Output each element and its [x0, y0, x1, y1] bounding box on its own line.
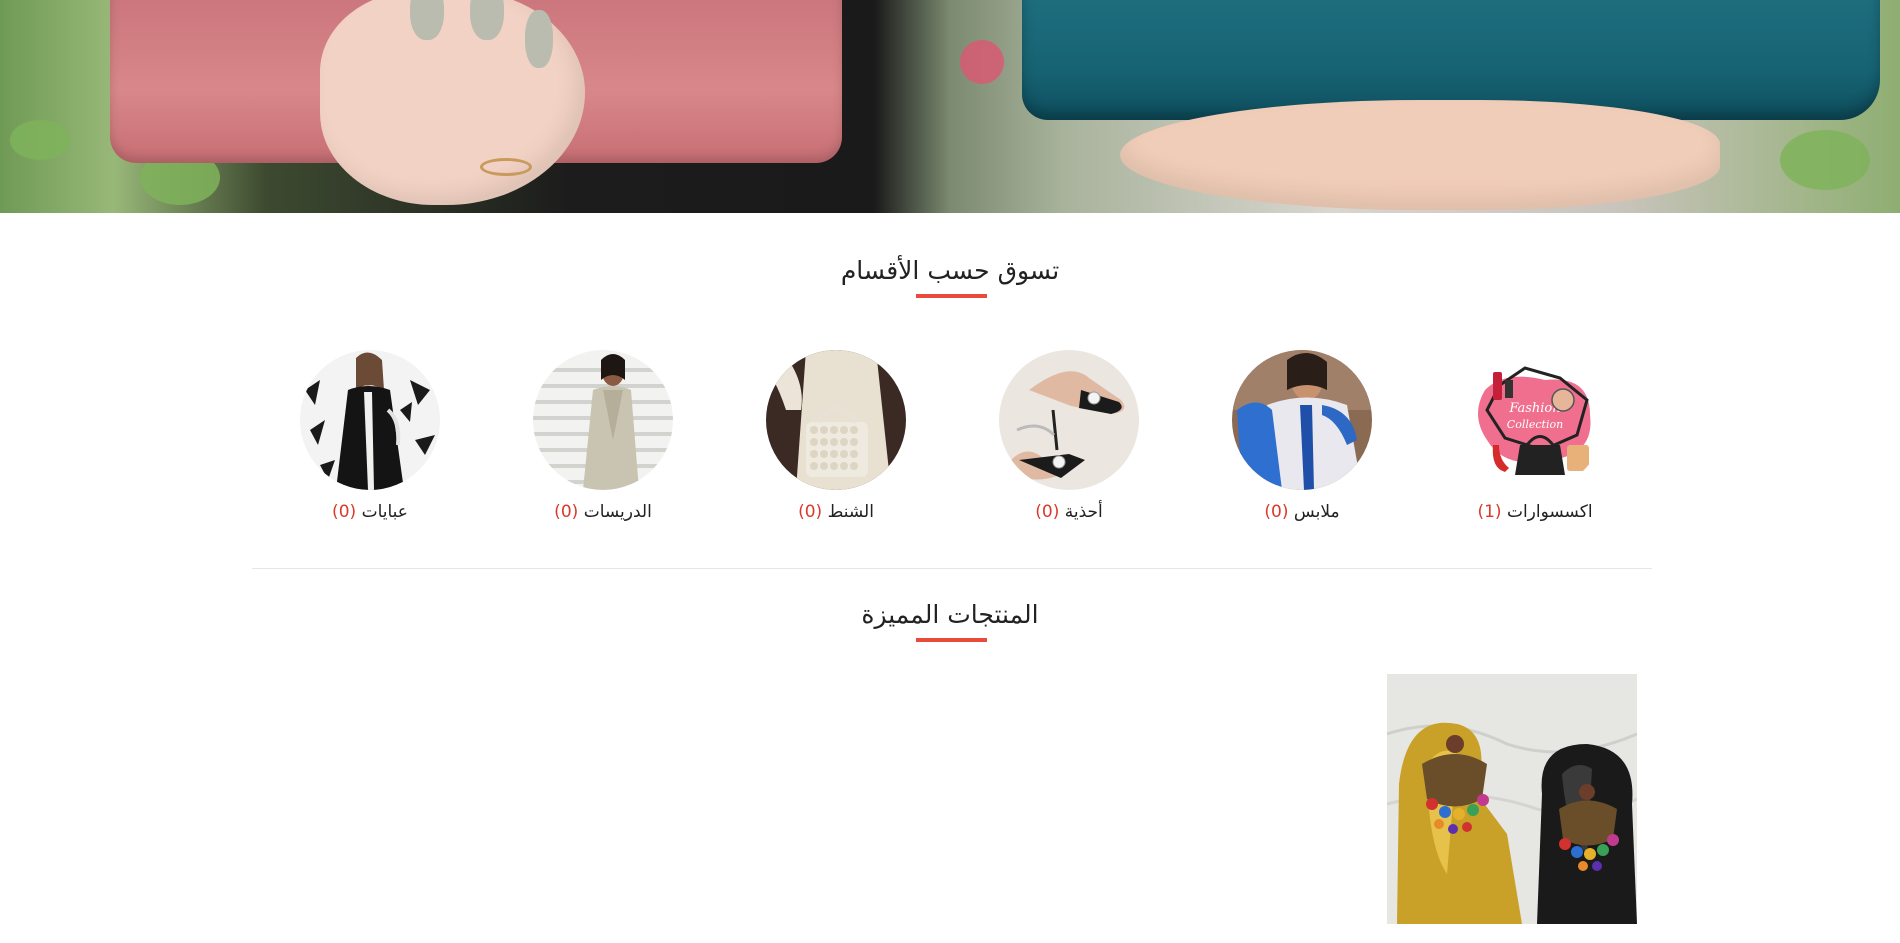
product-card-image[interactable] [1387, 674, 1637, 924]
hero-banner[interactable] [0, 0, 1900, 213]
category-label[interactable]: ملابس (0) [1222, 502, 1382, 522]
flower-decoration [960, 40, 1004, 84]
section-divider [252, 568, 1652, 569]
hand-image [320, 0, 585, 205]
category-accessories[interactable]: Fashion Collection اكسسوارات (1) [1455, 350, 1615, 522]
category-abayas[interactable]: عبايات (0) [290, 350, 450, 522]
category-label[interactable]: أحذية (0) [989, 502, 1149, 522]
categories-section-title: تسوق حسب الأقسام [840, 256, 1060, 285]
category-shoes[interactable]: أحذية (0) [989, 350, 1149, 522]
category-label[interactable]: الشنط (0) [756, 502, 916, 522]
title-underline [916, 638, 987, 642]
heels-image[interactable] [999, 350, 1139, 490]
leaf-decoration [10, 120, 70, 160]
category-label[interactable]: اكسسوارات (1) [1455, 502, 1615, 522]
svg-text:Collection: Collection [1507, 418, 1563, 431]
dress-image[interactable] [533, 350, 673, 490]
hand-image [1120, 100, 1720, 210]
blue-kaftan-image[interactable] [1232, 350, 1372, 490]
category-bags[interactable]: الشنط (0) [756, 350, 916, 522]
category-label[interactable]: عبايات (0) [290, 502, 450, 522]
fashion-collection-image[interactable]: Fashion Collection [1465, 350, 1605, 490]
featured-section-title: المنتجات المميزة [861, 600, 1039, 629]
title-underline [916, 294, 987, 298]
category-dresses[interactable]: الدريسات (0) [523, 350, 683, 522]
leaf-decoration [1780, 130, 1870, 190]
abaya-image[interactable] [300, 350, 440, 490]
category-label[interactable]: الدريسات (0) [523, 502, 683, 522]
pearl-bag-image[interactable] [766, 350, 906, 490]
category-clothes[interactable]: ملابس (0) [1222, 350, 1382, 522]
